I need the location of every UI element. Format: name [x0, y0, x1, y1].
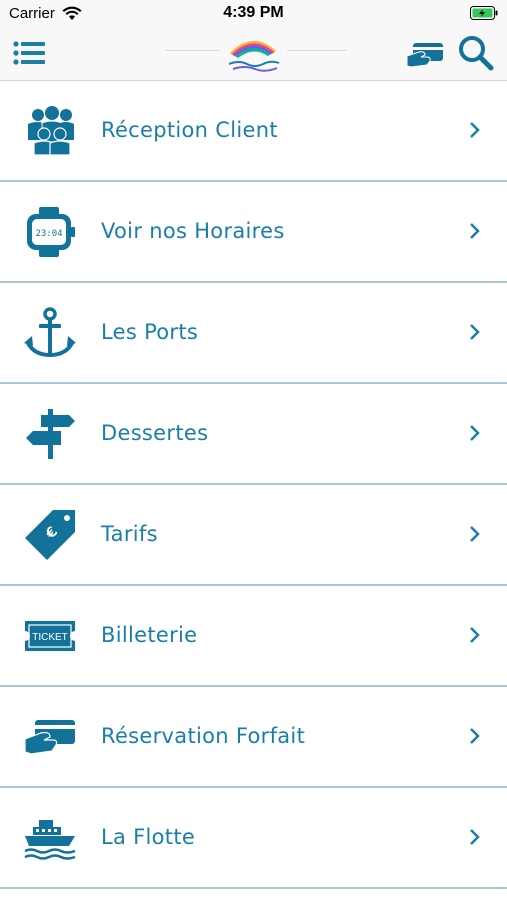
watch-icon: 23:04: [22, 204, 78, 260]
reservation-forfait-button[interactable]: [405, 40, 445, 70]
ticket-text: TICKET: [32, 632, 68, 643]
chevron-right-icon: [468, 625, 482, 645]
anchor-icon: [22, 305, 78, 361]
menu-item-ports[interactable]: Les Ports: [0, 283, 507, 384]
price-tag-icon: €: [22, 507, 78, 563]
signpost-icon: [22, 406, 78, 462]
vedettes-tropicales-logo: [223, 34, 283, 74]
menu-item-label: Billeterie: [101, 623, 198, 647]
logo-divider-right: [287, 50, 347, 51]
menu-item-label: La Flotte: [101, 825, 196, 849]
menu-item-label: Dessertes: [101, 421, 209, 445]
card-payment-icon: [406, 43, 443, 68]
chevron-right-icon: [468, 827, 482, 847]
search-icon: [459, 36, 494, 71]
search-button[interactable]: [457, 34, 495, 72]
chevron-right-icon: [468, 726, 482, 746]
main-menu-list: Réception Client 23:04 Voir nos Horaires: [0, 81, 507, 889]
chevron-right-icon: [468, 524, 482, 544]
chevron-right-icon: [468, 322, 482, 342]
menu-item-label: Voir nos Horaires: [101, 219, 285, 243]
watch-time-text: 23:04: [35, 229, 62, 239]
chevron-right-icon: [468, 423, 482, 443]
card-payment-icon: [22, 709, 78, 765]
menu-item-label: Réservation Forfait: [101, 724, 306, 748]
navigation-bar: [0, 28, 507, 81]
people-icon: [22, 103, 78, 159]
menu-item-reception-client[interactable]: Réception Client: [0, 81, 507, 182]
menu-item-tarifs[interactable]: € Tarifs: [0, 485, 507, 586]
menu-item-la-flotte[interactable]: La Flotte: [0, 788, 507, 889]
menu-item-billeterie[interactable]: TICKET Billeterie: [0, 586, 507, 687]
ticket-icon: TICKET: [22, 608, 78, 664]
clock-time: 4:39 PM: [223, 4, 284, 21]
hamburger-icon: [13, 41, 45, 65]
battery-charging-icon: [470, 6, 498, 25]
status-bar: Carrier 4:39 PM: [0, 0, 507, 28]
logo-divider-left: [165, 50, 220, 51]
menu-item-dessertes[interactable]: Dessertes: [0, 384, 507, 485]
menu-item-horaires[interactable]: 23:04 Voir nos Horaires: [0, 182, 507, 283]
hamburger-menu-button[interactable]: [13, 39, 47, 69]
menu-item-label: Les Ports: [101, 320, 199, 344]
chevron-right-icon: [468, 221, 482, 241]
menu-item-reservation-forfait[interactable]: Réservation Forfait: [0, 687, 507, 788]
menu-item-label: Tarifs: [101, 522, 158, 546]
chevron-right-icon: [468, 120, 482, 140]
ship-icon: [22, 810, 78, 866]
menu-item-label: Réception Client: [101, 118, 278, 142]
